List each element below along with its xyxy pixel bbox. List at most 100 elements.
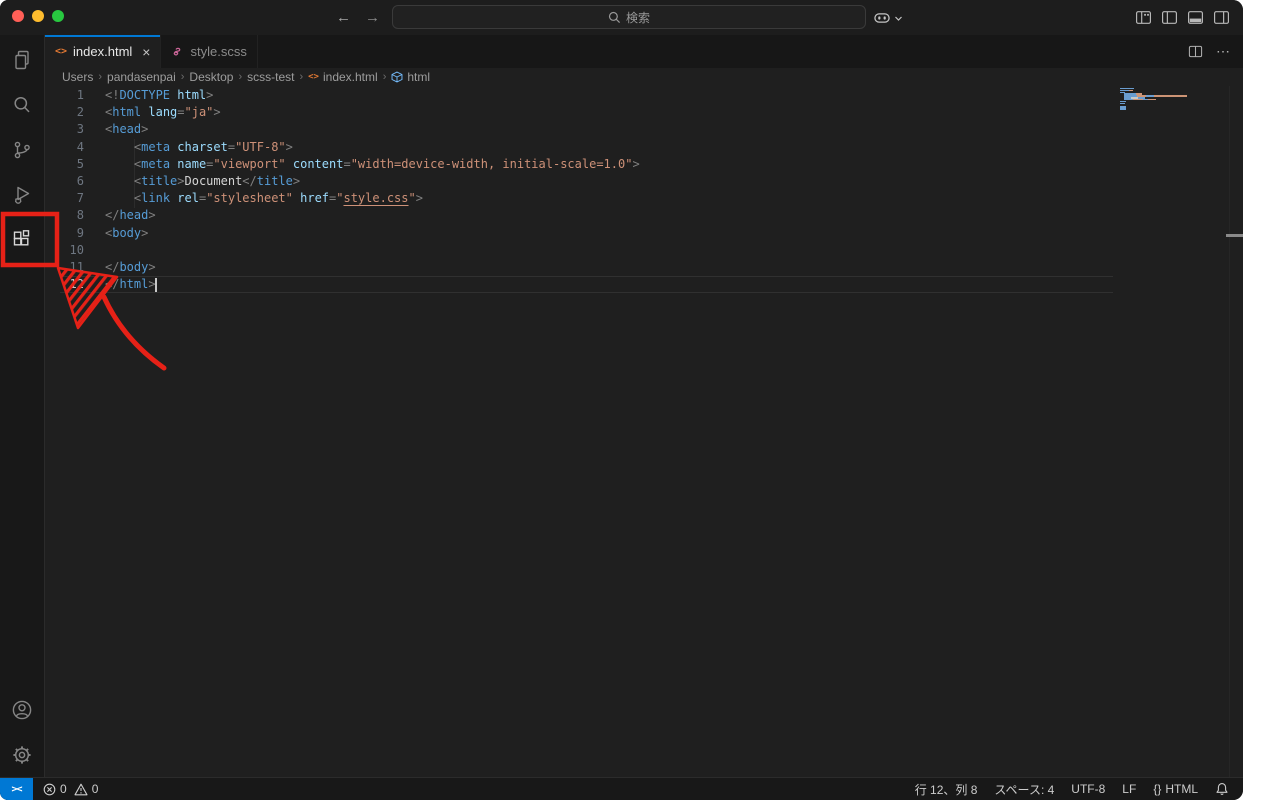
code-line[interactable]: 4 <meta charset="UTF-8">	[45, 139, 1243, 156]
code-text: <meta charset="UTF-8">	[133, 139, 293, 154]
tab-style-scss[interactable]: style.scss	[161, 35, 258, 68]
source-control-icon[interactable]	[0, 127, 44, 172]
breadcrumb: Users › pandasenpai › Desktop › scss-test › <> in…	[45, 68, 1243, 86]
toggle-secondary-sidebar-icon[interactable]	[1213, 9, 1230, 26]
code-line[interactable]: 12 </html>	[45, 276, 1243, 293]
breadcrumb-label: Users	[62, 70, 94, 84]
code-line[interactable]: 10	[45, 242, 1243, 259]
copilot-menu[interactable]	[872, 6, 903, 30]
close-tab-icon[interactable]: ×	[142, 45, 150, 59]
breadcrumb-item[interactable]: <> index.html	[308, 70, 378, 84]
chevron-down-icon	[894, 14, 903, 23]
run-and-debug-icon[interactable]	[0, 172, 44, 217]
code-text: </body>	[105, 259, 156, 274]
search-icon	[608, 11, 621, 24]
vscode-window: ← → 検索 <> index.html × style.scss ⋯ User…	[0, 0, 1243, 800]
breadcrumb-separator-icon: ›	[238, 71, 243, 83]
code-text: <!DOCTYPE html>	[105, 88, 214, 102]
code-text: <meta name="viewport" content="width=dev…	[133, 156, 640, 171]
line-number: 6	[76, 173, 84, 188]
minimize-window-button[interactable]	[32, 10, 44, 22]
code-editor[interactable]: 1 <!DOCTYPE html> 2 <html lang="ja"> 3 <head>…	[45, 86, 1243, 777]
code-line[interactable]: 5 <meta name="viewport" content="width=d…	[45, 156, 1243, 173]
breadcrumb-item[interactable]: html	[391, 70, 430, 84]
breadcrumb-item[interactable]: Users	[62, 70, 93, 84]
code-text: </html>	[105, 277, 156, 292]
encoding-status[interactable]: UTF-8	[1071, 782, 1105, 796]
code-text: <link rel="stylesheet" href="style.css">	[133, 191, 423, 206]
line-number: 5	[76, 156, 84, 171]
forward-arrow-icon[interactable]: →	[365, 9, 380, 26]
breadcrumb-item[interactable]: scss-test	[247, 70, 294, 84]
text-cursor	[155, 278, 157, 292]
status-bar: >< 0 0 行 12、列 8 スペース: 4 UTF-8 LF {} HTML	[0, 777, 1243, 800]
indentation-status[interactable]: スペース: 4	[994, 781, 1054, 798]
language-label: HTML	[1165, 782, 1198, 796]
split-editor-icon[interactable]	[1188, 44, 1203, 59]
overview-ruler-border	[1229, 86, 1230, 777]
code-line[interactable]: 2 <html lang="ja">	[45, 104, 1243, 121]
code-text: <title>Document</title>	[133, 173, 301, 188]
error-icon	[43, 783, 56, 796]
copilot-icon	[872, 8, 892, 28]
command-center-search[interactable]: 検索	[392, 5, 866, 29]
code-line[interactable]: 9 <body>	[45, 225, 1243, 242]
breadcrumb-label: html	[407, 70, 431, 84]
html-file-icon: <>	[308, 72, 319, 82]
tab-label: index.html	[73, 44, 133, 59]
line-number: 8	[76, 208, 84, 223]
manage-settings-icon[interactable]	[0, 732, 44, 777]
code-text: <html lang="ja">	[105, 105, 221, 120]
code-line[interactable]: 8 </head>	[45, 207, 1243, 224]
toggle-primary-sidebar-icon[interactable]	[1161, 9, 1178, 26]
customize-layout-icon[interactable]	[1135, 9, 1152, 26]
line-number: 9	[76, 225, 84, 240]
close-window-button[interactable]	[12, 10, 24, 22]
breadcrumb-item[interactable]: pandasenpai	[107, 70, 176, 84]
html-symbol-icon	[391, 71, 403, 83]
code-text: <body>	[105, 225, 149, 240]
accounts-icon[interactable]	[0, 687, 44, 732]
breadcrumb-label: index.html	[322, 70, 378, 84]
line-number: 1	[76, 88, 84, 102]
minimap[interactable]	[1120, 88, 1195, 110]
tab-bar: <> index.html × style.scss ⋯	[45, 35, 1243, 68]
extensions-icon[interactable]	[0, 217, 44, 262]
more-actions-icon[interactable]: ⋯	[1216, 43, 1231, 60]
code-line[interactable]: 3 <head>	[45, 121, 1243, 138]
language-mode-status[interactable]: {} HTML	[1153, 782, 1198, 796]
notifications-bell-icon[interactable]	[1215, 782, 1229, 796]
tab-label: style.scss	[190, 44, 247, 59]
html-file-icon: <>	[55, 46, 68, 57]
problems-status[interactable]: 0 0	[33, 782, 108, 796]
code-line[interactable]: 11 </body>	[45, 259, 1243, 276]
cursor-position-status[interactable]: 行 12、列 8	[915, 781, 978, 798]
search-view-icon[interactable]	[0, 82, 44, 127]
tab-index-html[interactable]: <> index.html ×	[45, 35, 162, 68]
maximize-window-button[interactable]	[52, 10, 64, 22]
breadcrumb-item[interactable]: Desktop	[189, 70, 233, 84]
search-label: 検索	[625, 10, 650, 25]
remote-indicator[interactable]: ><	[0, 778, 33, 800]
breadcrumb-label: scss-test	[247, 70, 295, 84]
code-line[interactable]: 6 <title>Document</title>	[45, 173, 1243, 190]
eol-status[interactable]: LF	[1122, 782, 1136, 796]
remote-icon: ><	[11, 783, 22, 795]
code-line[interactable]: 1 <!DOCTYPE html>	[45, 87, 1243, 104]
line-number: 3	[76, 122, 84, 137]
line-number: 10	[69, 242, 84, 257]
code-line[interactable]: 7 <link rel="stylesheet" href="style.css…	[45, 190, 1243, 207]
line-number: 2	[76, 105, 84, 120]
back-arrow-icon[interactable]: ←	[336, 9, 351, 26]
line-number: 12	[69, 277, 84, 292]
code-text: <head>	[105, 122, 149, 137]
breadcrumb-separator-icon: ›	[180, 71, 185, 83]
code-text: </head>	[105, 208, 156, 223]
toggle-panel-icon[interactable]	[1187, 9, 1204, 26]
screenshot-page: ← → 検索 <> index.html × style.scss ⋯ User…	[0, 0, 1280, 800]
code-lines: 1 <!DOCTYPE html> 2 <html lang="ja"> 3 <head>…	[45, 87, 1243, 293]
activity-bar	[0, 35, 45, 777]
overview-ruler-cursor-marker	[1226, 234, 1243, 237]
explorer-icon[interactable]	[0, 37, 44, 82]
minimap-line	[1120, 108, 1195, 110]
